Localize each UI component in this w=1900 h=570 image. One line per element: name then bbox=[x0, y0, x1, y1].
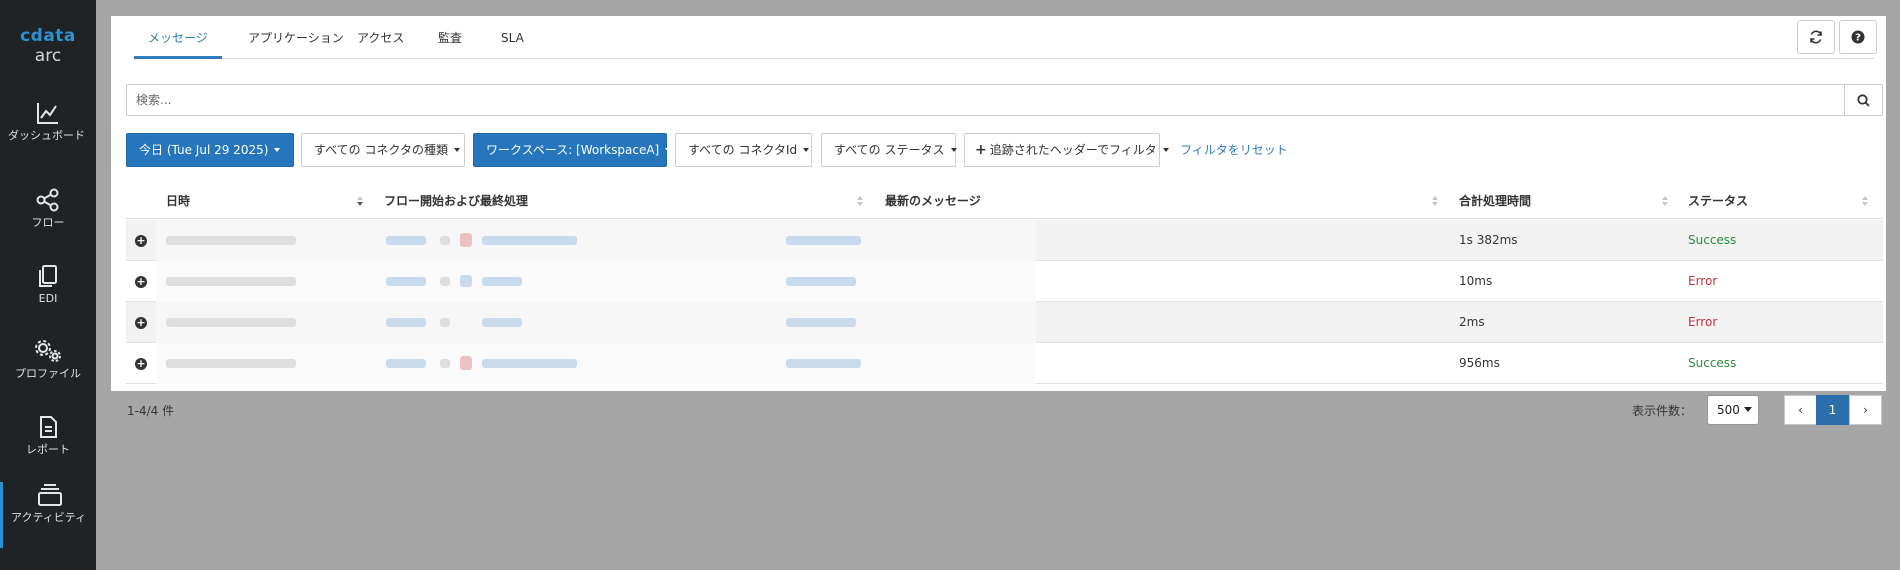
sort-icon[interactable] bbox=[1432, 196, 1438, 208]
duration-cell: 956ms bbox=[1459, 356, 1500, 370]
expand-row-icon[interactable]: + bbox=[135, 276, 147, 288]
search-button[interactable] bbox=[1844, 85, 1882, 115]
stack-layers-icon bbox=[37, 484, 62, 506]
search-box bbox=[126, 84, 1883, 116]
caret-down-icon bbox=[665, 147, 672, 152]
sidebar-item-flow[interactable]: フロー bbox=[0, 187, 96, 229]
search-input[interactable] bbox=[127, 85, 1844, 115]
sidebar-item-label: EDI bbox=[38, 292, 58, 305]
expand-row-icon[interactable]: + bbox=[135, 317, 147, 329]
logo-product: arc bbox=[34, 46, 62, 66]
duration-cell: 2ms bbox=[1459, 315, 1485, 329]
documents-icon bbox=[39, 265, 57, 287]
column-header-duration[interactable]: 合計処理時間 bbox=[1459, 184, 1531, 219]
duration-cell: 10ms bbox=[1459, 274, 1493, 288]
share-nodes-icon bbox=[36, 188, 59, 212]
status-cell: Success bbox=[1688, 233, 1737, 247]
redacted-content bbox=[156, 302, 1036, 343]
sort-icon[interactable] bbox=[857, 196, 863, 208]
sidebar-item-label: レポート bbox=[26, 443, 70, 456]
caret-down-icon bbox=[803, 147, 810, 152]
tab-access[interactable]: アクセス bbox=[343, 16, 418, 59]
tab-bar: メッセージ アプリケーション アクセス 監査 SLA bbox=[134, 16, 1874, 59]
connector-type-filter-label: すべての コネクタの種類 bbox=[314, 143, 449, 157]
logo-wordmark: cdata bbox=[20, 26, 76, 46]
sort-icon[interactable] bbox=[1662, 196, 1668, 208]
chevron-down-icon bbox=[1744, 407, 1752, 412]
status-cell: Error bbox=[1688, 315, 1718, 329]
caret-down-icon bbox=[274, 147, 281, 152]
tab-applications[interactable]: アプリケーション bbox=[234, 16, 358, 59]
tab-messages[interactable]: メッセージ bbox=[134, 16, 222, 59]
sidebar: cdata arc ダッシュボード フロー EDI プロファイル レポート アク… bbox=[0, 0, 96, 570]
header-filter-dropdown[interactable]: + 追跡されたヘッダーでフィルタ bbox=[964, 133, 1169, 167]
gears-icon bbox=[35, 340, 61, 362]
caret-down-icon bbox=[950, 147, 957, 152]
column-header-status[interactable]: ステータス bbox=[1688, 184, 1748, 219]
status-filter-dropdown[interactable]: すべての ステータス bbox=[821, 133, 957, 167]
sort-desc-icon[interactable] bbox=[357, 196, 363, 208]
header-filter-label: 追跡されたヘッダーでフィルタ bbox=[989, 143, 1157, 157]
column-header-latest-message[interactable]: 最新のメッセージ bbox=[885, 184, 981, 219]
column-header-datetime[interactable]: 日時 bbox=[166, 184, 190, 219]
date-filter-label: 今日 (Tue Jul 29 2025) bbox=[139, 143, 269, 157]
sidebar-item-dashboard[interactable]: ダッシュボード bbox=[0, 100, 96, 142]
sidebar-item-edi[interactable]: EDI bbox=[0, 263, 96, 305]
page-size-label: 表示件数： bbox=[1632, 404, 1693, 418]
report-file-icon bbox=[40, 416, 57, 438]
redacted-content bbox=[156, 220, 1036, 261]
sidebar-item-report[interactable]: レポート bbox=[0, 414, 96, 456]
expand-row-icon[interactable]: + bbox=[135, 235, 147, 247]
sidebar-item-profile[interactable]: プロファイル bbox=[0, 338, 96, 380]
refresh-button[interactable] bbox=[1797, 20, 1835, 54]
redacted-content bbox=[156, 261, 1036, 302]
workspace-filter-dropdown[interactable]: ワークスペース: [WorkspaceA] bbox=[473, 133, 672, 167]
sort-icon[interactable] bbox=[1862, 196, 1868, 208]
connector-id-filter-dropdown[interactable]: すべての コネクタId bbox=[675, 133, 812, 167]
tab-audit[interactable]: 監査 bbox=[424, 16, 476, 59]
help-icon: ? bbox=[1851, 30, 1865, 44]
date-filter-dropdown[interactable]: 今日 (Tue Jul 29 2025) bbox=[126, 133, 294, 167]
status-filter-label: すべての ステータス bbox=[834, 143, 945, 157]
refresh-icon bbox=[1810, 30, 1822, 44]
plus-icon: + bbox=[975, 142, 987, 158]
result-count: 1-4/4 件 bbox=[127, 404, 175, 418]
sidebar-item-label: アクティビティ bbox=[11, 511, 87, 524]
connector-type-filter-dropdown[interactable]: すべての コネクタの種類 bbox=[301, 133, 465, 167]
table-header: 日時 フロー開始および最終処理 最新のメッセージ 合計処理時間 ステータス bbox=[126, 184, 1883, 219]
search-icon bbox=[1857, 93, 1870, 107]
sidebar-item-label: プロファイル bbox=[15, 367, 81, 380]
sidebar-item-label: フロー bbox=[31, 216, 65, 229]
page-size-select[interactable]: 500 bbox=[1707, 395, 1759, 425]
main-panel: メッセージ アプリケーション アクセス 監査 SLA ? 今日 (Tue Jul… bbox=[111, 16, 1886, 391]
workspace-filter-label: ワークスペース: [WorkspaceA] bbox=[486, 143, 660, 157]
connector-id-filter-label: すべての コネクタId bbox=[688, 143, 798, 157]
duration-cell: 1s 382ms bbox=[1459, 233, 1518, 247]
chart-line-icon bbox=[37, 103, 58, 124]
help-button[interactable]: ? bbox=[1839, 20, 1877, 54]
reset-filters-link[interactable]: フィルタをリセット bbox=[1180, 133, 1288, 167]
app-logo[interactable]: cdata arc bbox=[0, 26, 96, 66]
sidebar-item-label: ダッシュボード bbox=[8, 129, 85, 142]
sidebar-item-activity[interactable]: アクティビティ bbox=[0, 482, 96, 548]
column-header-flow[interactable]: フロー開始および最終処理 bbox=[384, 184, 528, 219]
redacted-content bbox=[156, 343, 1036, 384]
prev-page-button[interactable]: ‹ bbox=[1784, 395, 1817, 425]
table-row[interactable]: + 10ms Error bbox=[126, 261, 1883, 302]
tab-sla[interactable]: SLA bbox=[487, 16, 538, 59]
svg-text:?: ? bbox=[1855, 33, 1861, 44]
next-page-button[interactable]: › bbox=[1849, 395, 1882, 425]
status-cell: Error bbox=[1688, 274, 1718, 288]
status-cell: Success bbox=[1688, 356, 1737, 370]
caret-down-icon bbox=[1162, 147, 1169, 152]
caret-down-icon bbox=[454, 147, 461, 152]
page-size-value: 500 bbox=[1717, 403, 1740, 417]
table-row[interactable]: + 1s 382ms Success bbox=[126, 220, 1883, 261]
page-button-current[interactable]: 1 bbox=[1816, 395, 1849, 425]
table-row[interactable]: + 956ms Success bbox=[126, 343, 1883, 384]
table-row[interactable]: + 2ms Error bbox=[126, 302, 1883, 343]
expand-row-icon[interactable]: + bbox=[135, 358, 147, 370]
